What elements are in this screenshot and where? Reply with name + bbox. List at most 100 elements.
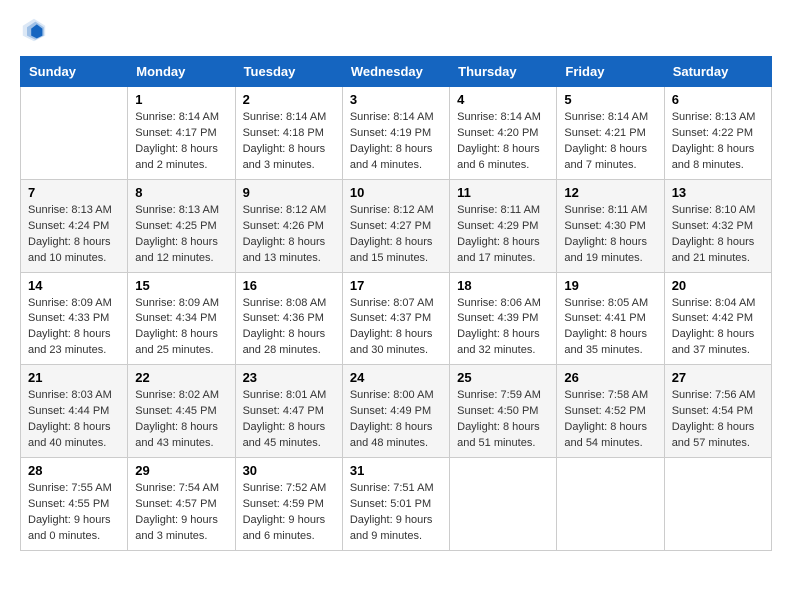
calendar-cell: 10 Sunrise: 8:12 AMSunset: 4:27 PMDayligh… — [342, 179, 449, 272]
day-number: 21 — [28, 370, 120, 385]
calendar-week-row: 28Sunrise: 7:55 AMSunset: 4:55 PMDayligh… — [21, 458, 772, 551]
day-info: Sunrise: 8:14 AMSunset: 4:19 PMDaylight:… — [350, 110, 442, 174]
day-number: 16 — [243, 278, 335, 293]
calendar-cell: 12Sunrise: 8:11 AMSunset: 4:30 PMDayligh… — [557, 179, 664, 272]
calendar-cell: 23 Sunrise: 8:01 AMSunset: 4:47 PMDayligh… — [235, 365, 342, 458]
col-header-wednesday: Wednesday — [342, 57, 449, 87]
calendar-cell: 4 Sunrise: 8:14 AMSunset: 4:20 PMDaylight… — [450, 87, 557, 180]
day-info: Sunrise: 8:14 AMSunset: 4:21 PMDaylight:… — [564, 110, 656, 174]
day-info: Sunrise: 8:01 AMSunset: 4:47 PMDaylight:… — [243, 388, 335, 452]
calendar-cell: 24 Sunrise: 8:00 AMSunset: 4:49 PMDayligh… — [342, 365, 449, 458]
day-number: 22 — [135, 370, 227, 385]
day-number: 11 — [457, 185, 549, 200]
day-info: Sunrise: 7:58 AMSunset: 4:52 PMDaylight:… — [564, 388, 656, 452]
calendar-cell: 22 Sunrise: 8:02 AMSunset: 4:45 PMDayligh… — [128, 365, 235, 458]
day-info: Sunrise: 8:06 AMSunset: 4:39 PMDaylight:… — [457, 296, 549, 360]
col-header-saturday: Saturday — [664, 57, 771, 87]
day-number: 9 — [243, 185, 335, 200]
day-number: 10 — [350, 185, 442, 200]
calendar-cell: 16 Sunrise: 8:08 AMSunset: 4:36 PMDayligh… — [235, 272, 342, 365]
day-info: Sunrise: 7:55 AMSunset: 4:55 PMDaylight:… — [28, 481, 120, 545]
day-info: Sunrise: 8:00 AMSunset: 4:49 PMDaylight:… — [350, 388, 442, 452]
day-number: 6 — [672, 92, 764, 107]
calendar-cell: 31 Sunrise: 7:51 AMSunset: 5:01 PMDayligh… — [342, 458, 449, 551]
page-header — [20, 16, 772, 44]
day-number: 23 — [243, 370, 335, 385]
day-info: Sunrise: 8:03 AMSunset: 4:44 PMDaylight:… — [28, 388, 120, 452]
calendar-cell: 14 Sunrise: 8:09 AMSunset: 4:33 PMDayligh… — [21, 272, 128, 365]
calendar-cell: 11 Sunrise: 8:11 AMSunset: 4:29 PMDayligh… — [450, 179, 557, 272]
calendar-cell: 19 Sunrise: 8:05 AMSunset: 4:41 PMDayligh… — [557, 272, 664, 365]
day-number: 17 — [350, 278, 442, 293]
calendar-cell: 20 Sunrise: 8:04 AMSunset: 4:42 PMDayligh… — [664, 272, 771, 365]
day-info: Sunrise: 8:14 AMSunset: 4:20 PMDaylight:… — [457, 110, 549, 174]
calendar-cell — [21, 87, 128, 180]
day-info: Sunrise: 8:09 AMSunset: 4:34 PMDaylight:… — [135, 296, 227, 360]
col-header-tuesday: Tuesday — [235, 57, 342, 87]
calendar-cell: 28Sunrise: 7:55 AMSunset: 4:55 PMDayligh… — [21, 458, 128, 551]
day-info: Sunrise: 8:10 AMSunset: 4:32 PMDaylight:… — [672, 203, 764, 267]
calendar-cell: 30 Sunrise: 7:52 AMSunset: 4:59 PMDayligh… — [235, 458, 342, 551]
logo-icon — [20, 16, 48, 44]
calendar-cell: 15 Sunrise: 8:09 AMSunset: 4:34 PMDayligh… — [128, 272, 235, 365]
day-info: Sunrise: 8:11 AMSunset: 4:29 PMDaylight:… — [457, 203, 549, 267]
calendar-week-row: 1Sunrise: 8:14 AMSunset: 4:17 PMDaylight… — [21, 87, 772, 180]
day-info: Sunrise: 8:07 AMSunset: 4:37 PMDaylight:… — [350, 296, 442, 360]
calendar-cell: 6 Sunrise: 8:13 AMSunset: 4:22 PMDaylight… — [664, 87, 771, 180]
day-number: 19 — [564, 278, 656, 293]
day-info: Sunrise: 8:04 AMSunset: 4:42 PMDaylight:… — [672, 296, 764, 360]
calendar-week-row: 7Sunrise: 8:13 AMSunset: 4:24 PMDaylight… — [21, 179, 772, 272]
calendar-cell: 5 Sunrise: 8:14 AMSunset: 4:21 PMDaylight… — [557, 87, 664, 180]
day-number: 4 — [457, 92, 549, 107]
day-info: Sunrise: 7:59 AMSunset: 4:50 PMDaylight:… — [457, 388, 549, 452]
calendar-week-row: 21 Sunrise: 8:03 AMSunset: 4:44 PMDayligh… — [21, 365, 772, 458]
calendar-cell: 17 Sunrise: 8:07 AMSunset: 4:37 PMDayligh… — [342, 272, 449, 365]
day-number: 7 — [28, 185, 120, 200]
day-info: Sunrise: 8:09 AMSunset: 4:33 PMDaylight:… — [28, 296, 120, 360]
day-info: Sunrise: 8:02 AMSunset: 4:45 PMDaylight:… — [135, 388, 227, 452]
day-number: 18 — [457, 278, 549, 293]
day-info: Sunrise: 7:52 AMSunset: 4:59 PMDaylight:… — [243, 481, 335, 545]
calendar-cell: 25 Sunrise: 7:59 AMSunset: 4:50 PMDayligh… — [450, 365, 557, 458]
day-number: 29 — [135, 463, 227, 478]
day-info: Sunrise: 8:13 AMSunset: 4:22 PMDaylight:… — [672, 110, 764, 174]
calendar-cell: 8 Sunrise: 8:13 AMSunset: 4:25 PMDaylight… — [128, 179, 235, 272]
day-info: Sunrise: 8:11 AMSunset: 4:30 PMDaylight:… — [564, 203, 656, 267]
calendar-cell: 3Sunrise: 8:14 AMSunset: 4:19 PMDaylight… — [342, 87, 449, 180]
col-header-monday: Monday — [128, 57, 235, 87]
day-number: 25 — [457, 370, 549, 385]
calendar-cell: 1Sunrise: 8:14 AMSunset: 4:17 PMDaylight… — [128, 87, 235, 180]
day-number: 8 — [135, 185, 227, 200]
day-number: 15 — [135, 278, 227, 293]
col-header-sunday: Sunday — [21, 57, 128, 87]
day-number: 13 — [672, 185, 764, 200]
calendar-cell: 2Sunrise: 8:14 AMSunset: 4:18 PMDaylight… — [235, 87, 342, 180]
day-info: Sunrise: 8:12 AMSunset: 4:27 PMDaylight:… — [350, 203, 442, 267]
day-number: 20 — [672, 278, 764, 293]
calendar-week-row: 14 Sunrise: 8:09 AMSunset: 4:33 PMDayligh… — [21, 272, 772, 365]
day-info: Sunrise: 7:56 AMSunset: 4:54 PMDaylight:… — [672, 388, 764, 452]
day-info: Sunrise: 7:54 AMSunset: 4:57 PMDaylight:… — [135, 481, 227, 545]
day-number: 24 — [350, 370, 442, 385]
calendar-cell: 7Sunrise: 8:13 AMSunset: 4:24 PMDaylight… — [21, 179, 128, 272]
calendar-cell — [557, 458, 664, 551]
day-number: 27 — [672, 370, 764, 385]
day-info: Sunrise: 8:08 AMSunset: 4:36 PMDaylight:… — [243, 296, 335, 360]
calendar-cell — [664, 458, 771, 551]
calendar-cell: 27 Sunrise: 7:56 AMSunset: 4:54 PMDayligh… — [664, 365, 771, 458]
day-number: 14 — [28, 278, 120, 293]
day-number: 30 — [243, 463, 335, 478]
calendar-cell: 9 Sunrise: 8:12 AMSunset: 4:26 PMDaylight… — [235, 179, 342, 272]
day-number: 5 — [564, 92, 656, 107]
col-header-friday: Friday — [557, 57, 664, 87]
day-number: 1 — [135, 92, 227, 107]
calendar-cell: 29 Sunrise: 7:54 AMSunset: 4:57 PMDayligh… — [128, 458, 235, 551]
calendar-header-row: SundayMondayTuesdayWednesdayThursdayFrid… — [21, 57, 772, 87]
day-info: Sunrise: 8:13 AMSunset: 4:25 PMDaylight:… — [135, 203, 227, 267]
day-number: 31 — [350, 463, 442, 478]
day-info: Sunrise: 8:05 AMSunset: 4:41 PMDaylight:… — [564, 296, 656, 360]
calendar-cell: 21 Sunrise: 8:03 AMSunset: 4:44 PMDayligh… — [21, 365, 128, 458]
day-info: Sunrise: 8:14 AMSunset: 4:18 PMDaylight:… — [243, 110, 335, 174]
day-info: Sunrise: 8:12 AMSunset: 4:26 PMDaylight:… — [243, 203, 335, 267]
day-info: Sunrise: 7:51 AMSunset: 5:01 PMDaylight:… — [350, 481, 442, 545]
